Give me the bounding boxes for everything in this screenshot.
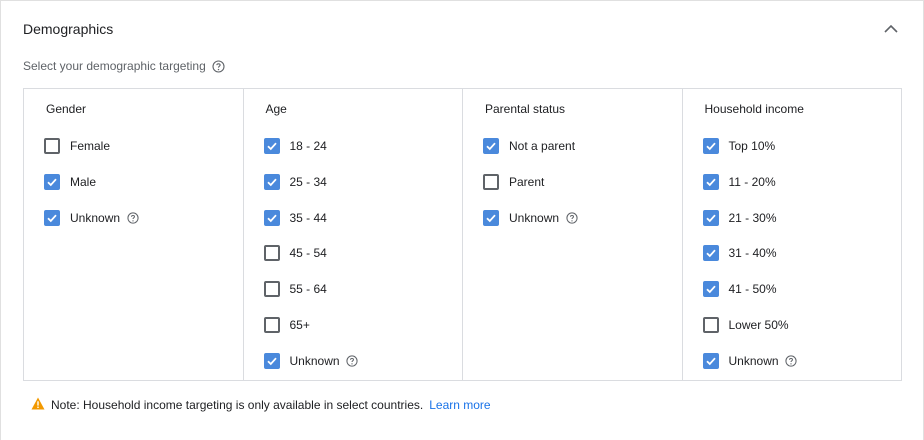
subtitle-text: Select your demographic targeting (23, 59, 206, 73)
subtitle-row: Select your demographic targeting (23, 59, 225, 73)
checkbox-option-household-income-41-50[interactable]: 41 - 50% (702, 279, 777, 299)
checkbox-unchecked-icon[interactable] (483, 173, 499, 190)
column-age: Age 18 - 24 25 - 34 35 - 44 45 - 54 55 - 64 65… (244, 89, 463, 380)
checkbox-unchecked-icon[interactable] (263, 317, 280, 333)
checkbox-checked-icon[interactable] (483, 209, 499, 226)
checkbox-label: Female (70, 139, 111, 153)
collapse-chevron-up-icon[interactable] (881, 19, 901, 39)
checkbox-label: 45 - 54 (289, 246, 327, 261)
column-title: Parental status (485, 102, 566, 116)
column-title: Age (265, 102, 287, 116)
help-icon[interactable] (346, 354, 359, 367)
column-title: Gender (46, 102, 87, 116)
help-icon[interactable] (126, 211, 139, 224)
checkbox-checked-icon[interactable] (483, 138, 499, 154)
checkbox-checked-icon[interactable] (263, 173, 280, 190)
checkbox-label: 18 - 24 (289, 139, 327, 153)
checkbox-label: 31 - 40% (728, 246, 777, 261)
checkbox-checked-icon[interactable] (702, 352, 719, 369)
checkbox-label: 65+ (289, 318, 310, 332)
checkbox-option-household-income-lower-50[interactable]: Lower 50% (702, 315, 789, 335)
checkbox-label: Not a parent (509, 139, 576, 153)
checkbox-checked-icon[interactable] (263, 138, 280, 154)
checkbox-option-age-65[interactable]: 65+ (263, 315, 310, 335)
checkbox-label: Parent (509, 174, 545, 189)
help-icon[interactable] (565, 211, 578, 224)
checkbox-option-household-income-31-40[interactable]: 31 - 40% (702, 243, 777, 263)
checkbox-label: Top 10% (728, 139, 776, 153)
checkbox-checked-icon[interactable] (702, 138, 719, 154)
checkbox-option-age-55-64[interactable]: 55 - 64 (263, 279, 327, 299)
checkbox-option-household-income-top-10[interactable]: Top 10% (702, 136, 776, 156)
checkbox-unchecked-icon[interactable] (44, 138, 60, 154)
column-parental-status: Parental status Not a parent Parent Unknown (463, 89, 683, 380)
checkbox-checked-icon[interactable] (263, 209, 280, 226)
demographics-panel: Demographics Select your demographic tar… (0, 0, 924, 440)
checkbox-label: 55 - 64 (289, 282, 327, 297)
section-title: Demographics (23, 21, 114, 37)
checkbox-option-gender-unknown[interactable]: Unknown (44, 208, 139, 228)
checkbox-option-age-45-54[interactable]: 45 - 54 (263, 243, 327, 263)
checkbox-checked-icon[interactable] (263, 352, 280, 369)
checkbox-label: 21 - 30% (728, 210, 777, 225)
column-household-income: Household income Top 10% 11 - 20% 21 - 30% 3… (683, 89, 902, 380)
checkbox-label: Lower 50% (728, 318, 789, 332)
checkbox-label: Unknown (70, 210, 121, 225)
column-title: Household income (704, 102, 804, 116)
checkbox-option-age-unknown[interactable]: Unknown (263, 351, 359, 371)
checkbox-option-parental-status-unknown[interactable]: Unknown (483, 208, 578, 228)
checkbox-unchecked-icon[interactable] (263, 245, 280, 262)
checkbox-option-household-income-11-20[interactable]: 11 - 20% (702, 172, 776, 192)
checkbox-unchecked-icon[interactable] (702, 317, 719, 333)
demographic-options-grid: Gender Female Male Unknown Age 18 - 24 25 - 34… (23, 88, 902, 381)
checkbox-label: 41 - 50% (728, 282, 777, 297)
checkbox-label: Unknown (509, 210, 560, 225)
checkbox-label: Unknown (289, 353, 340, 368)
checkbox-label: Unknown (728, 353, 779, 368)
checkbox-checked-icon[interactable] (702, 245, 719, 262)
checkbox-checked-icon[interactable] (702, 173, 719, 190)
checkbox-option-parental-status-parent[interactable]: Parent (483, 172, 544, 192)
checkbox-option-household-income-21-30[interactable]: 21 - 30% (702, 208, 777, 228)
checkbox-checked-icon[interactable] (44, 209, 60, 226)
checkbox-option-household-income-unknown[interactable]: Unknown (702, 351, 798, 371)
checkbox-option-age-25-34[interactable]: 25 - 34 (263, 172, 327, 192)
checkbox-checked-icon[interactable] (44, 173, 60, 190)
note-row: Note: Household income targeting is only… (31, 397, 491, 413)
checkbox-option-parental-status-not-a-parent[interactable]: Not a parent (483, 136, 575, 156)
checkbox-label: 11 - 20% (728, 174, 776, 189)
checkbox-option-age-18-24[interactable]: 18 - 24 (263, 136, 327, 156)
column-gender: Gender Female Male Unknown (24, 89, 244, 380)
note-text: Note: Household income targeting is only… (51, 398, 424, 412)
learn-more-link[interactable]: Learn more (429, 398, 490, 412)
checkbox-option-age-35-44[interactable]: 35 - 44 (263, 208, 327, 228)
checkbox-option-gender-female[interactable]: Female (44, 136, 110, 156)
warning-icon (31, 397, 45, 413)
checkbox-label: Male (70, 174, 97, 189)
checkbox-label: 35 - 44 (289, 210, 327, 225)
checkbox-checked-icon[interactable] (702, 209, 719, 226)
checkbox-unchecked-icon[interactable] (263, 281, 280, 298)
checkbox-checked-icon[interactable] (702, 281, 719, 298)
help-icon[interactable] (785, 354, 798, 367)
help-icon[interactable] (212, 59, 225, 73)
checkbox-option-gender-male[interactable]: Male (44, 172, 96, 192)
checkbox-label: 25 - 34 (289, 174, 327, 189)
